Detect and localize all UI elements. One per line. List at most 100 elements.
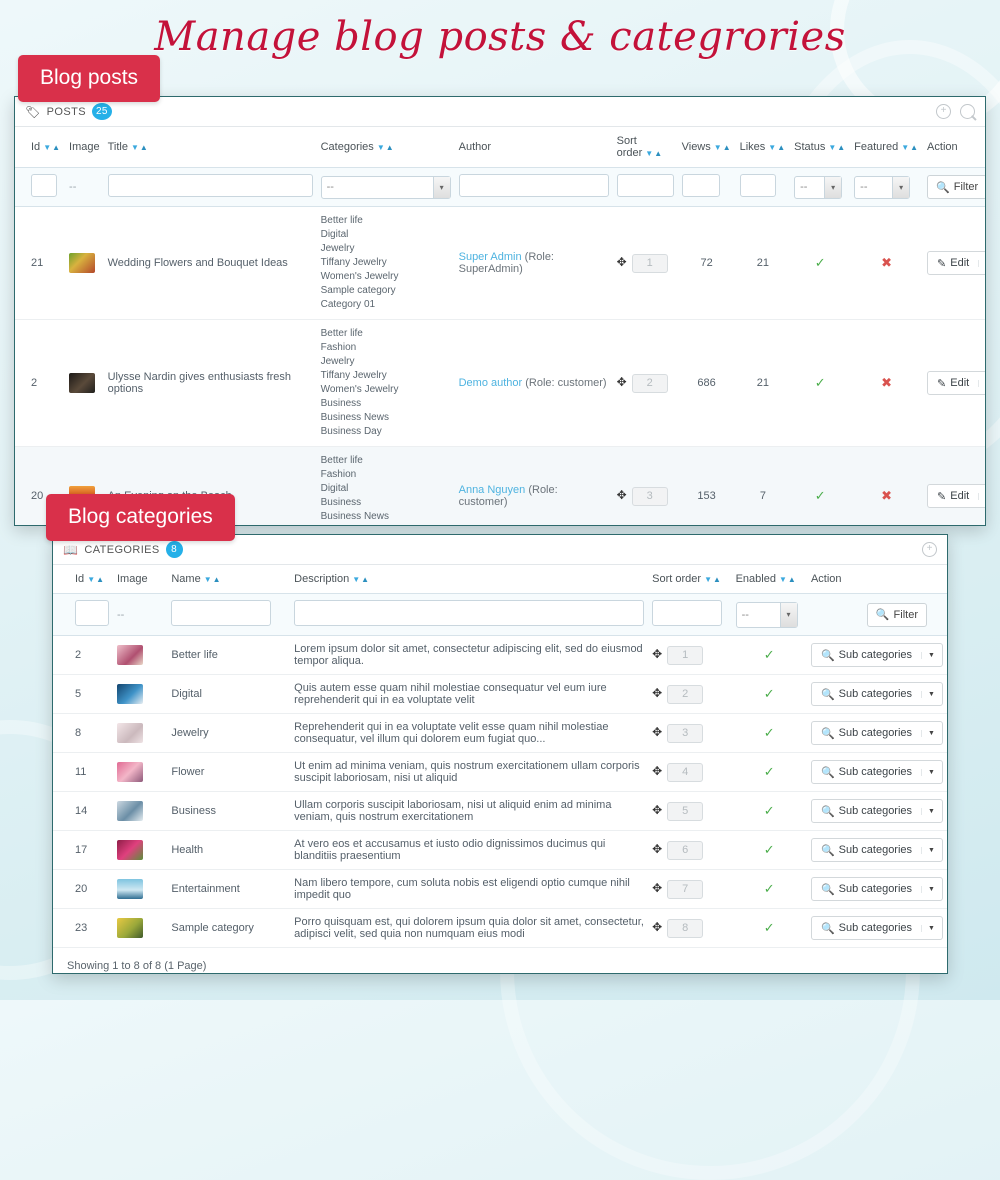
- plus-circle-icon[interactable]: +: [922, 542, 937, 557]
- category-sub-categories-button[interactable]: 🔍 Sub categories ▼: [810, 721, 943, 745]
- categories-filter-description-input[interactable]: [294, 600, 645, 626]
- tab-blog-posts[interactable]: Blog posts: [18, 55, 161, 102]
- chevron-down-icon[interactable]: ▼: [921, 729, 942, 737]
- featured-badge[interactable]: ✖: [881, 375, 892, 390]
- posts-filter-sort-order-input[interactable]: [616, 174, 674, 197]
- category-sort-order-value[interactable]: 1: [667, 645, 704, 665]
- enabled-badge[interactable]: ✓: [764, 803, 775, 818]
- chevron-down-icon[interactable]: ▾: [892, 176, 910, 198]
- enabled-badge[interactable]: ✓: [764, 647, 775, 662]
- categories-filter-enabled-select[interactable]: -- ▾: [735, 601, 798, 628]
- chevron-down-icon[interactable]: ▼: [921, 690, 942, 698]
- drag-handle-icon[interactable]: ✥: [617, 375, 627, 389]
- posts-filter-views-input[interactable]: [681, 174, 720, 197]
- sort-arrows-icon[interactable]: ▼▲: [87, 575, 105, 584]
- sort-arrows-icon[interactable]: ▼▲: [204, 575, 222, 584]
- posts-col-title[interactable]: Title ▼▲: [103, 127, 317, 168]
- sort-arrows-icon[interactable]: ▼▲: [43, 143, 61, 152]
- sort-arrows-icon[interactable]: ▼▲: [377, 143, 395, 152]
- table-row[interactable]: 14 Business Ullam corporis suscipit labo…: [53, 791, 947, 831]
- drag-handle-icon[interactable]: ✥: [617, 488, 627, 502]
- post-author-link[interactable]: Demo author: [459, 377, 523, 389]
- posts-filter-button[interactable]: 🔍 Filter: [927, 175, 985, 199]
- table-row[interactable]: 20 Entertainment Nam libero tempore, cum…: [53, 869, 947, 909]
- drag-handle-icon[interactable]: ✥: [652, 920, 662, 934]
- categories-filter-sort-order-input[interactable]: [652, 600, 723, 626]
- categories-filter-button[interactable]: 🔍 Filter: [866, 602, 927, 627]
- posts-col-categories[interactable]: Categories ▼▲: [316, 127, 455, 168]
- post-sort-order-value[interactable]: 3: [631, 486, 668, 506]
- table-row[interactable]: 5 Digital Quis autem esse quam nihil mol…: [53, 674, 947, 714]
- categories-col-id[interactable]: Id ▼▲: [53, 565, 113, 594]
- chevron-down-icon[interactable]: ▼: [921, 768, 942, 776]
- categories-col-sort-order[interactable]: Sort order ▼▲: [648, 565, 732, 594]
- posts-col-likes[interactable]: Likes ▼▲: [735, 127, 791, 168]
- chevron-down-icon[interactable]: ▼: [921, 807, 942, 815]
- categories-filter-name-input[interactable]: [171, 600, 272, 626]
- drag-handle-icon[interactable]: ✥: [652, 725, 662, 739]
- categories-filter-id-input[interactable]: [75, 600, 109, 626]
- sort-arrows-icon[interactable]: ▼▲: [704, 575, 722, 584]
- sort-arrows-icon[interactable]: ▼▲: [828, 143, 846, 152]
- category-sub-categories-button[interactable]: 🔍 Sub categories ▼: [810, 877, 943, 901]
- chevron-down-icon[interactable]: ▼: [978, 492, 985, 500]
- category-sort-order-value[interactable]: 7: [667, 879, 704, 899]
- post-edit-button[interactable]: ✎Edit▼: [927, 371, 985, 395]
- category-sub-categories-button[interactable]: 🔍 Sub categories ▼: [810, 643, 943, 667]
- posts-filter-featured-select[interactable]: -- ▾: [854, 175, 911, 199]
- post-author-link[interactable]: Anna Nguyen: [459, 484, 526, 496]
- posts-filter-title-input[interactable]: [107, 174, 313, 197]
- table-row[interactable]: 21 Wedding Flowers and Bouquet Ideas Bet…: [15, 206, 985, 320]
- table-row[interactable]: 2 Better life Lorem ipsum dolor sit amet…: [53, 635, 947, 675]
- chevron-down-icon[interactable]: ▼: [921, 924, 942, 932]
- drag-handle-icon[interactable]: ✥: [652, 803, 662, 817]
- sort-arrows-icon[interactable]: ▼▲: [779, 575, 797, 584]
- categories-col-name[interactable]: Name ▼▲: [167, 565, 291, 594]
- enabled-badge[interactable]: ✓: [764, 920, 775, 935]
- posts-filter-author-input[interactable]: [458, 174, 609, 197]
- table-row[interactable]: 8 Jewelry Reprehenderit qui in ea volupt…: [53, 713, 947, 753]
- category-sort-order-value[interactable]: 3: [667, 723, 704, 743]
- drag-handle-icon[interactable]: ✥: [617, 255, 627, 269]
- category-sort-order-value[interactable]: 6: [667, 840, 704, 860]
- chevron-down-icon[interactable]: ▾: [824, 176, 842, 198]
- posts-col-featured[interactable]: Featured ▼▲: [850, 127, 924, 168]
- search-icon[interactable]: [960, 104, 975, 119]
- chevron-down-icon[interactable]: ▾: [432, 176, 450, 198]
- enabled-badge[interactable]: ✓: [764, 881, 775, 896]
- tab-blog-categories[interactable]: Blog categories: [46, 494, 235, 541]
- post-edit-button[interactable]: ✎Edit▼: [927, 484, 985, 508]
- posts-col-sort-order[interactable]: Sort order ▼▲: [612, 127, 678, 168]
- posts-filter-categories-select[interactable]: -- ▾: [320, 175, 451, 199]
- posts-col-views[interactable]: Views ▼▲: [677, 127, 736, 168]
- table-row[interactable]: 17 Health At vero eos et accusamus et iu…: [53, 830, 947, 870]
- featured-badge[interactable]: ✖: [881, 488, 892, 503]
- posts-filter-id-input[interactable]: [31, 174, 57, 197]
- categories-col-enabled[interactable]: Enabled ▼▲: [731, 565, 807, 594]
- category-sort-order-value[interactable]: 8: [667, 918, 704, 938]
- sort-arrows-icon[interactable]: ▼▲: [768, 143, 786, 152]
- status-badge[interactable]: ✓: [815, 375, 826, 390]
- featured-badge[interactable]: ✖: [881, 255, 892, 270]
- sort-arrows-icon[interactable]: ▼▲: [901, 143, 919, 152]
- category-sort-order-value[interactable]: 5: [667, 801, 704, 821]
- chevron-down-icon[interactable]: ▼: [978, 259, 985, 267]
- posts-col-status[interactable]: Status ▼▲: [790, 127, 851, 168]
- posts-filter-likes-input[interactable]: [739, 174, 776, 197]
- drag-handle-icon[interactable]: ✥: [652, 842, 662, 856]
- sort-arrows-icon[interactable]: ▼▲: [645, 149, 663, 158]
- enabled-badge[interactable]: ✓: [764, 842, 775, 857]
- post-sort-order-value[interactable]: 2: [631, 373, 668, 393]
- drag-handle-icon[interactable]: ✥: [652, 764, 662, 778]
- enabled-badge[interactable]: ✓: [764, 725, 775, 740]
- enabled-badge[interactable]: ✓: [764, 686, 775, 701]
- posts-filter-status-select[interactable]: -- ▾: [794, 175, 843, 199]
- category-sub-categories-button[interactable]: 🔍 Sub categories ▼: [810, 838, 943, 862]
- categories-col-description[interactable]: Description ▼▲: [290, 565, 649, 594]
- chevron-down-icon[interactable]: ▾: [779, 602, 797, 627]
- category-sort-order-value[interactable]: 2: [667, 684, 704, 704]
- status-badge[interactable]: ✓: [815, 255, 826, 270]
- sort-arrows-icon[interactable]: ▼▲: [714, 143, 732, 152]
- category-sub-categories-button[interactable]: 🔍 Sub categories ▼: [810, 760, 943, 784]
- status-badge[interactable]: ✓: [815, 488, 826, 503]
